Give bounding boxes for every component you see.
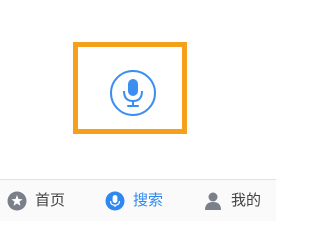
star-icon [6, 190, 28, 212]
microphone-icon [104, 190, 126, 212]
tab-me[interactable]: 我的 [202, 180, 261, 221]
voice-search-button[interactable] [110, 70, 156, 116]
person-icon [202, 190, 224, 212]
tab-label: 我的 [231, 191, 262, 209]
tab-home[interactable]: 首页 [6, 180, 65, 221]
tab-label: 首页 [35, 191, 66, 209]
microphone-icon [123, 79, 143, 107]
main-area [0, 0, 276, 179]
tab-label: 搜索 [133, 191, 164, 209]
bottom-tab-bar: 首页 搜索 我的 [0, 179, 276, 221]
tab-search[interactable]: 搜索 [104, 180, 163, 221]
